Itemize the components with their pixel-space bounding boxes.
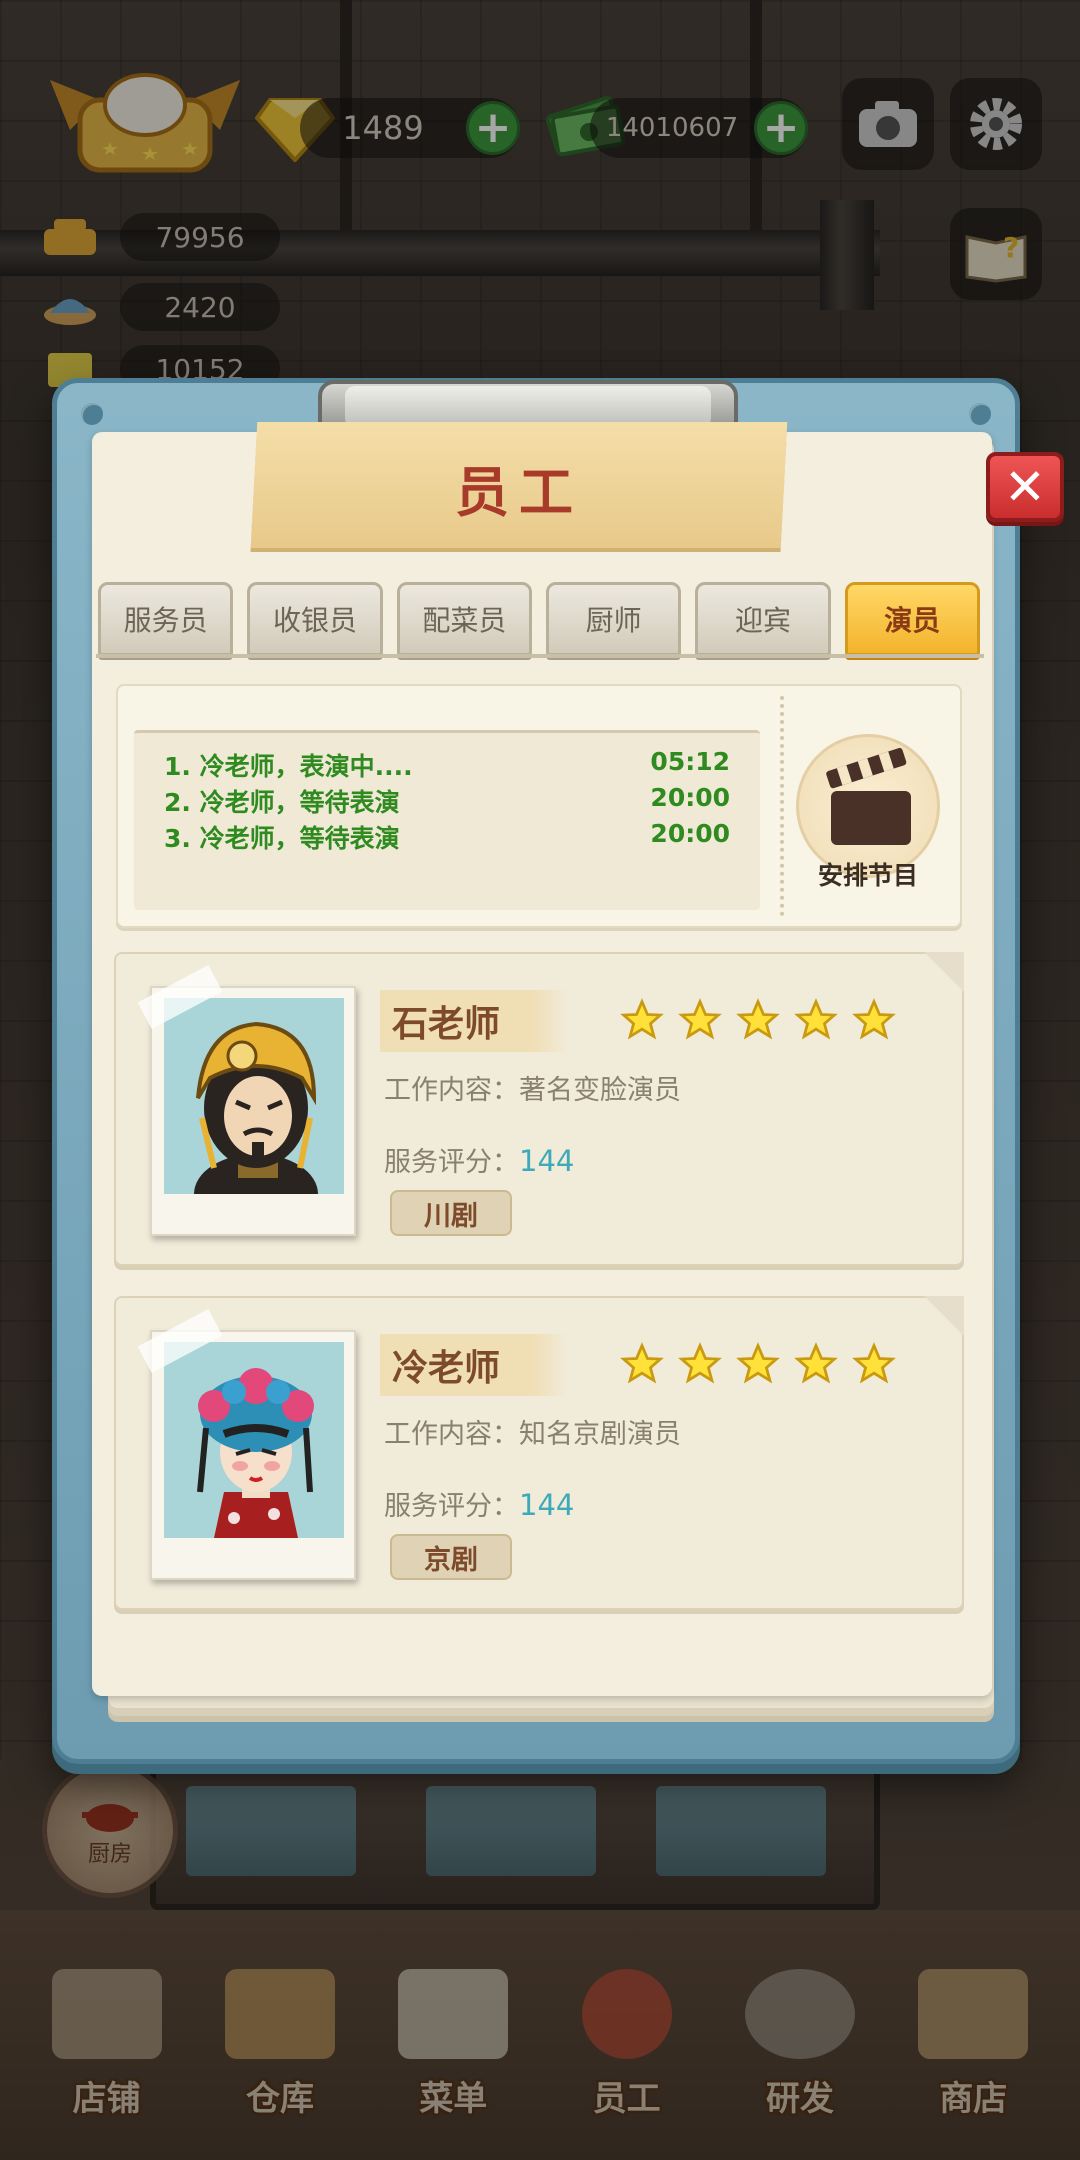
star-icon [736,1342,780,1384]
work-content: 工作内容：知名京剧演员 [384,1412,681,1451]
screw [969,403,991,425]
performer-photo-frame [137,1308,356,1580]
schedule-row: 3. 冷老师，等待表演 20:00 [164,819,730,855]
close-icon: ✕ [1004,458,1046,516]
schedule-text: 1. 冷老师，表演中.... [164,752,413,781]
sichuan-opera-performer-portrait [194,1021,318,1194]
page-fold [924,1296,964,1336]
star-icon [736,998,780,1040]
schedule-time: 20:00 [650,783,730,812]
performance-schedule-list: 1. 冷老师，表演中.... 05:12 2. 冷老师，等待表演 20:00 3… [134,730,760,910]
work-value: 著名变脸演员 [519,1075,681,1106]
schedule-text: 2. 冷老师，等待表演 [164,788,400,817]
arrange-show-label: 安排节目 [817,861,918,890]
star-icon [678,1342,722,1384]
tab-chef[interactable]: 厨师 [545,582,682,656]
schedule-time: 20:00 [650,819,730,848]
tab-greeter[interactable]: 迎宾 [695,582,831,656]
staff-tabs: 服务员 收银员 配菜员 厨师 迎宾 演员 [98,582,980,656]
genre-badge: 川剧 [390,1190,512,1236]
tab-performer[interactable]: 演员 [844,582,980,656]
score-value: 144 [519,1144,575,1178]
star-rating [620,998,896,1042]
work-label: 工作内容： [384,1075,519,1106]
score-label: 服务评分： [384,1491,519,1522]
tab-cashier[interactable]: 收银员 [247,582,383,656]
work-value: 知名京剧演员 [519,1419,681,1450]
schedule-row: 2. 冷老师，等待表演 20:00 [164,783,730,819]
performer-name: 石老师 [380,990,568,1052]
modal-title: 员工 [455,461,583,524]
performer-name: 冷老师 [380,1334,568,1396]
star-icon [620,1342,664,1384]
tab-prep-cook[interactable]: 配菜员 [396,582,532,656]
dotted-divider [780,696,784,916]
score-label: 服务评分： [384,1147,519,1178]
star-icon [794,998,838,1040]
genre-badge: 京剧 [390,1534,512,1580]
page-fold [924,952,964,992]
schedule-row: 1. 冷老师，表演中.... 05:12 [164,747,730,783]
schedule-text: 3. 冷老师，等待表演 [164,824,400,853]
star-icon [852,998,896,1040]
service-score: 服务评分：144 [384,1484,574,1523]
work-content: 工作内容：著名变脸演员 [384,1068,681,1107]
tab-divider [96,654,984,658]
tab-waiter[interactable]: 服务员 [98,582,234,656]
performer-portrait [164,998,344,1194]
screw [81,403,103,425]
close-button[interactable]: ✕ [986,452,1064,522]
work-label: 工作内容： [384,1419,519,1450]
star-icon [678,998,722,1040]
star-icon [794,1342,838,1384]
service-score: 服务评分：144 [384,1140,574,1179]
score-value: 144 [519,1488,575,1522]
star-icon [852,1342,896,1384]
performer-photo-frame [137,964,356,1236]
star-rating [620,1342,896,1386]
schedule-time: 05:12 [650,747,730,776]
star-icon [620,998,664,1040]
peking-opera-performer-portrait [197,1368,314,1538]
performer-portrait [164,1342,344,1538]
